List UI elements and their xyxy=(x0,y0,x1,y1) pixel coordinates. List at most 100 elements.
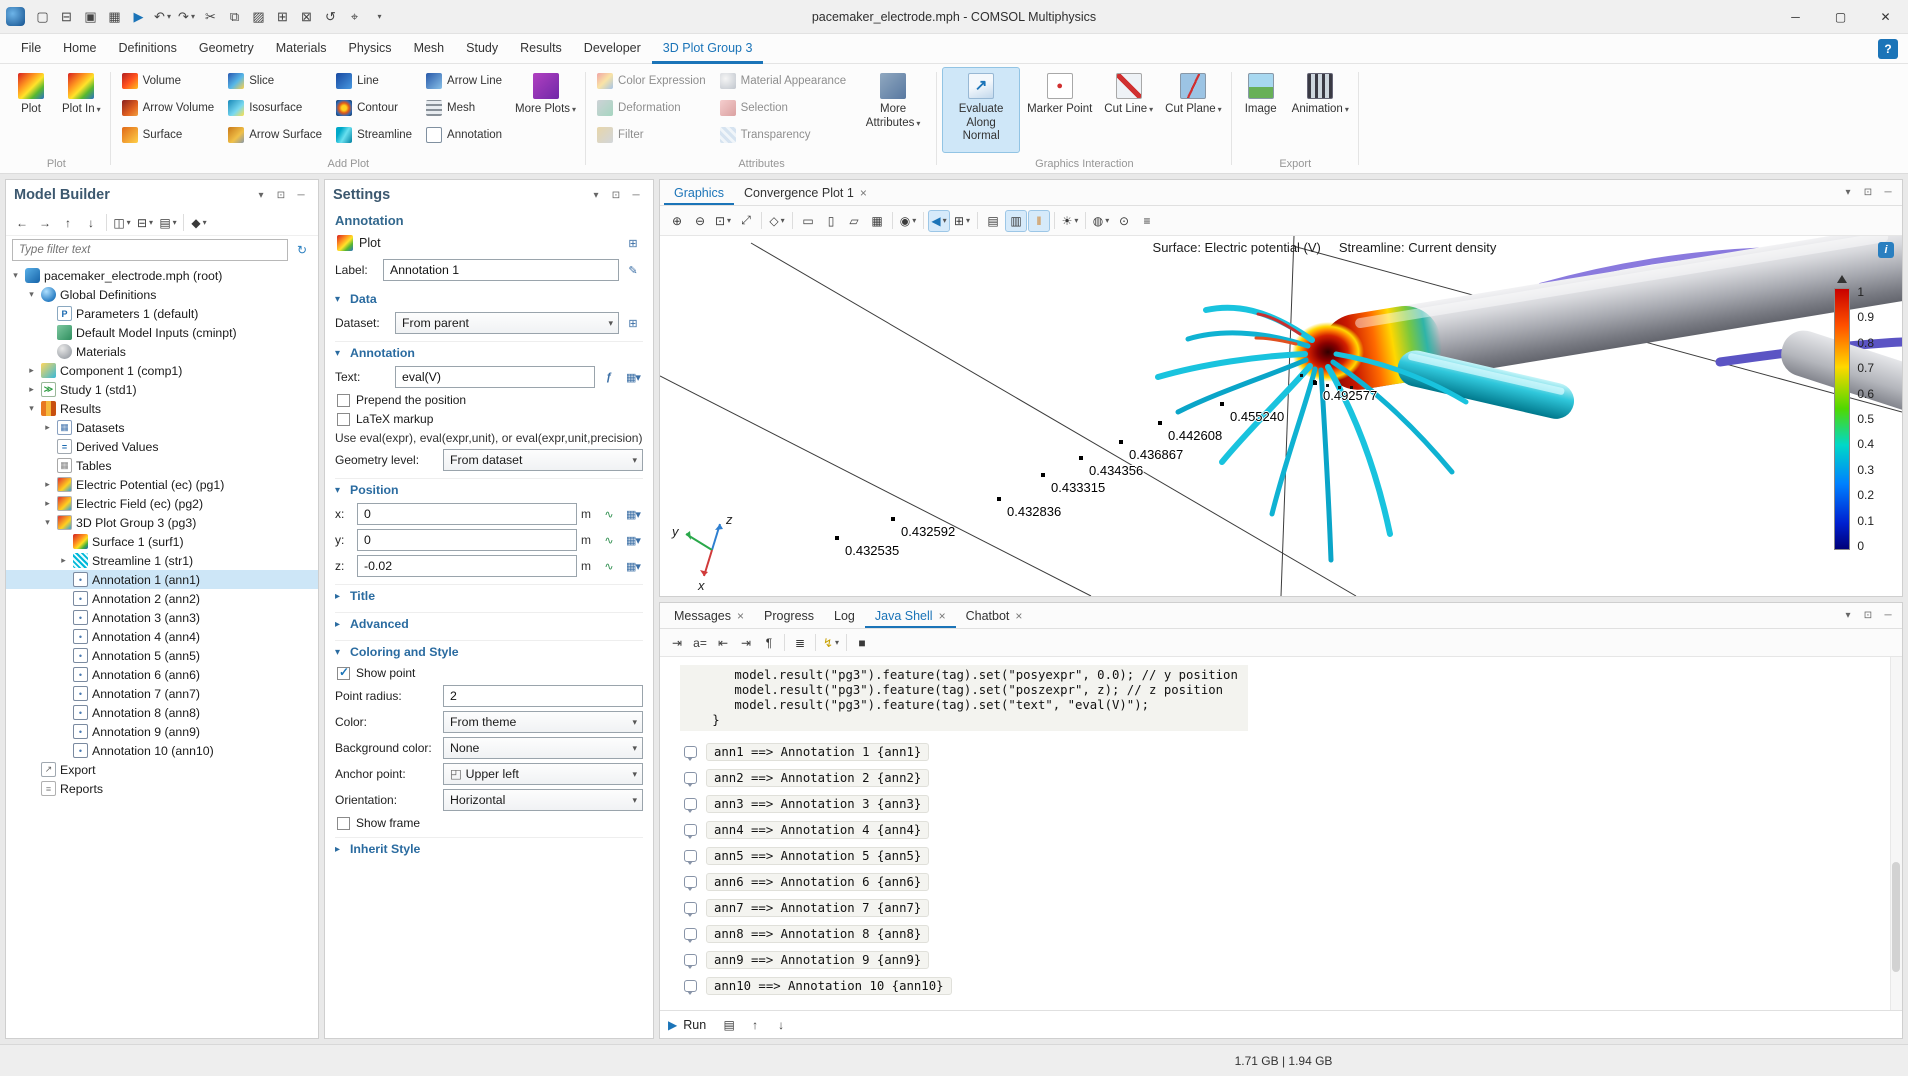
model-manager-icon[interactable]: ▦ xyxy=(103,5,126,28)
x-menu-icon[interactable] xyxy=(623,504,643,524)
volume-button[interactable]: Volume xyxy=(116,71,221,91)
maximize-button[interactable] xyxy=(1818,0,1863,33)
run-play-icon[interactable] xyxy=(668,1018,677,1032)
minimize-panel-icon[interactable]: ─ xyxy=(1879,607,1897,625)
y-menu-icon[interactable] xyxy=(623,530,643,550)
clear-console-icon[interactable]: ≣ xyxy=(789,632,811,654)
scene-light-icon[interactable]: ☀▾ xyxy=(1059,210,1081,232)
go-to-default-view-icon[interactable]: ◇▾ xyxy=(766,210,788,232)
stop-icon[interactable]: ■ xyxy=(851,632,873,654)
environment-icon[interactable]: ◍▾ xyxy=(1090,210,1112,232)
contour-button[interactable]: Contour xyxy=(330,98,418,118)
ribbon-tab-physics[interactable]: Physics xyxy=(337,34,402,64)
tree-expander-icon[interactable]: ▾ xyxy=(26,289,37,300)
evaluate-along-normal-button[interactable]: Evaluate Along Normal xyxy=(942,67,1020,153)
tree-item-export[interactable]: Export xyxy=(6,760,318,779)
tree-item-surface-1-surf1[interactable]: Surface 1 (surf1) xyxy=(6,532,318,551)
material-appearance-button[interactable]: Material Appearance xyxy=(714,71,852,91)
tree-item-streamline-1-str1[interactable]: ▸Streamline 1 (str1) xyxy=(6,551,318,570)
paste-icon[interactable]: ▨ xyxy=(247,5,270,28)
scrollbar-thumb[interactable] xyxy=(1892,862,1900,972)
ribbon-tab-definitions[interactable]: Definitions xyxy=(108,34,188,64)
delete-icon[interactable]: ⊠ xyxy=(295,5,318,28)
z-menu-icon[interactable] xyxy=(623,556,643,576)
print-icon[interactable]: ≡ xyxy=(1136,210,1158,232)
tab-convergence-plot-1[interactable]: Convergence Plot 1× xyxy=(734,180,877,205)
tree-item-annotation-7-ann7[interactable]: Annotation 7 (ann7) xyxy=(6,684,318,703)
close-tab-icon[interactable]: × xyxy=(1015,609,1022,623)
tree-item-results[interactable]: ▾Results xyxy=(6,399,318,418)
reset-desktop-icon[interactable]: ↺ xyxy=(319,5,342,28)
ribbon-tab-materials[interactable]: Materials xyxy=(265,34,338,64)
tree-item-materials[interactable]: Materials xyxy=(6,342,318,361)
customize-quick-access-icon[interactable]: ▾ xyxy=(367,5,390,28)
run-button-label[interactable]: Run xyxy=(683,1018,706,1032)
java-shell-content[interactable]: model.result("pg3").feature(tag).set("po… xyxy=(660,657,1902,1010)
find-icon[interactable]: ⌖ xyxy=(343,5,366,28)
isosurface-button[interactable]: Isosurface xyxy=(222,98,328,118)
image-button[interactable]: Image xyxy=(1237,67,1285,153)
tree-item-annotation-2-ann2[interactable]: Annotation 2 (ann2) xyxy=(6,589,318,608)
tree-expander-icon[interactable]: ▸ xyxy=(26,384,37,395)
go-back-icon[interactable]: ← xyxy=(11,212,33,234)
arrow-line-button[interactable]: Arrow Line xyxy=(420,71,508,91)
deformation-button[interactable]: Deformation xyxy=(591,98,712,118)
tab-java-shell[interactable]: Java Shell× xyxy=(865,603,956,628)
orientation-select[interactable]: Horizontal xyxy=(443,789,643,811)
yz-view-icon[interactable]: ▯ xyxy=(820,210,842,232)
tree-item-3d-plot-group-3-pg3[interactable]: ▾3D Plot Group 3 (pg3) xyxy=(6,513,318,532)
ribbon-tab-geometry[interactable]: Geometry xyxy=(188,34,265,64)
select-mode-icon[interactable]: ◀▾ xyxy=(928,210,950,232)
close-tab-icon[interactable]: × xyxy=(737,609,744,623)
indent-right-icon[interactable]: ⇥ xyxy=(735,632,757,654)
ribbon-tab-3d-plot-group-3[interactable]: 3D Plot Group 3 xyxy=(652,34,764,64)
plot-button[interactable]: Plot xyxy=(335,233,389,253)
panel-menu-icon[interactable]: ▾ xyxy=(252,186,270,204)
open-file-icon[interactable]: ⊟ xyxy=(55,5,78,28)
tree-expander-icon[interactable]: ▸ xyxy=(42,479,53,490)
section-title-header[interactable]: Title xyxy=(335,584,643,605)
tab-chatbot[interactable]: Chatbot× xyxy=(956,603,1033,628)
slice-button[interactable]: Slice xyxy=(222,71,328,91)
section-position-header[interactable]: Position xyxy=(335,478,643,499)
filter-button[interactable]: Filter xyxy=(591,125,712,145)
show-grid-icon[interactable]: ▤ xyxy=(982,210,1004,232)
show-options-icon[interactable]: ◫▾ xyxy=(111,212,133,234)
ribbon-tab-results[interactable]: Results xyxy=(509,34,573,64)
zoom-out-icon[interactable]: ⊖ xyxy=(689,210,711,232)
next-command-icon[interactable]: ↓ xyxy=(770,1014,792,1036)
minimize-panel-icon[interactable]: ─ xyxy=(292,186,310,204)
latex-markup-checkbox[interactable] xyxy=(337,413,350,426)
section-inherit-style-header[interactable]: Inherit Style xyxy=(335,837,643,858)
minimize-panel-icon[interactable]: ─ xyxy=(1879,184,1897,202)
tree-item-datasets[interactable]: ▸Datasets xyxy=(6,418,318,437)
section-coloring-header[interactable]: Coloring and Style xyxy=(335,640,643,661)
geometry-level-select[interactable]: From dataset xyxy=(443,449,643,471)
color-select[interactable]: From theme xyxy=(443,711,643,733)
tree-expander-icon[interactable]: ▸ xyxy=(26,365,37,376)
expression-icon[interactable] xyxy=(599,367,619,387)
tree-expander-icon[interactable]: ▸ xyxy=(42,422,53,433)
minimize-button[interactable] xyxy=(1773,0,1818,33)
label-input[interactable] xyxy=(383,259,619,281)
close-tab-icon[interactable]: × xyxy=(860,186,867,200)
dataset-extra-icon[interactable] xyxy=(623,313,643,333)
arrow-surface-button[interactable]: Arrow Surface xyxy=(222,125,328,145)
tree-item-parameters-1-default[interactable]: Parameters 1 (default) xyxy=(6,304,318,323)
anchor-point-select[interactable]: Upper left xyxy=(443,763,643,785)
zoom-in-icon[interactable]: ⊕ xyxy=(666,210,688,232)
command-window-icon[interactable]: ▤ xyxy=(718,1014,740,1036)
measure-icon[interactable]: ‖ xyxy=(1028,210,1050,232)
more-attributes-button[interactable]: More Attributes▾ xyxy=(854,67,932,153)
tree-item-derived-values[interactable]: Derived Values xyxy=(6,437,318,456)
float-panel-icon[interactable]: ⊡ xyxy=(1859,607,1877,625)
tree-item-reports[interactable]: Reports xyxy=(6,779,318,798)
selection-button[interactable]: Selection xyxy=(714,98,852,118)
help-button[interactable] xyxy=(1878,39,1898,59)
tree-item-study-1-std1[interactable]: ▸Study 1 (std1) xyxy=(6,380,318,399)
zx-view-icon[interactable]: ▱ xyxy=(843,210,865,232)
float-panel-icon[interactable]: ⊡ xyxy=(1859,184,1877,202)
tab-graphics[interactable]: Graphics xyxy=(664,180,734,205)
tree-expander-icon[interactable]: ▾ xyxy=(26,403,37,414)
move-down-icon[interactable]: ↓ xyxy=(80,212,102,234)
